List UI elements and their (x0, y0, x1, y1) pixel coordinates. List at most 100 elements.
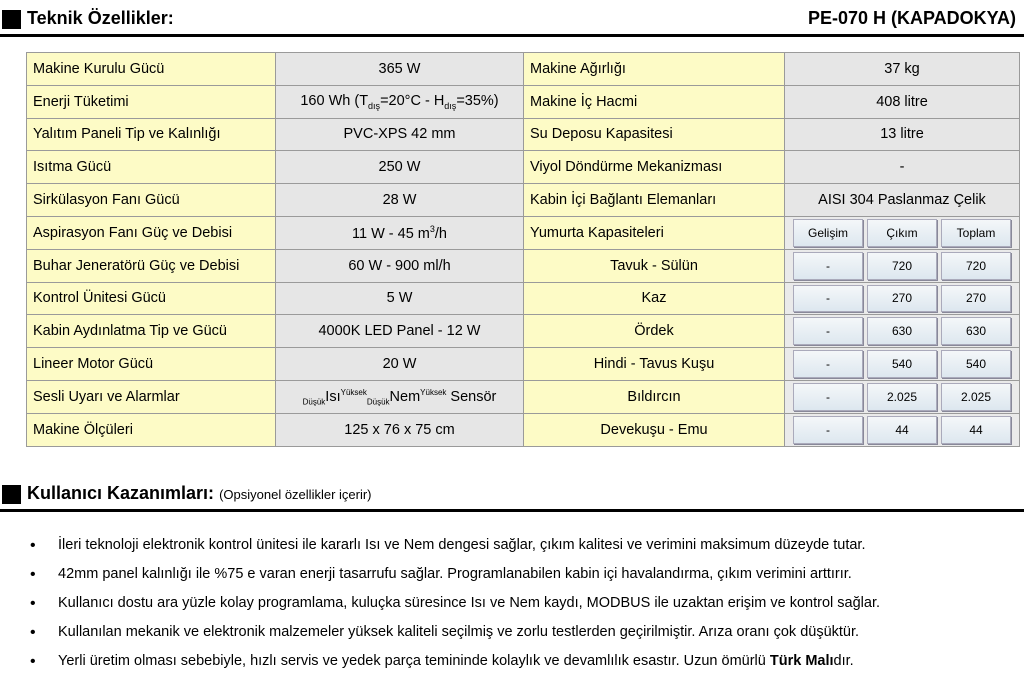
spec-value: PVC-XPS 42 mm (275, 117, 524, 152)
value-text: =20°C - H (380, 92, 445, 109)
list-item-text: Yerli üretim olması sebebiyle, hızlı ser… (58, 653, 770, 669)
spec-label: Makine Ölçüleri (26, 412, 276, 447)
benefits-subtitle: (Opsiyonel özellikler içerir) (219, 487, 372, 502)
list-item-end: dır. (833, 653, 854, 669)
capacity-values: - 270 270 (784, 281, 1020, 316)
capacity-cell: 540 (867, 350, 937, 378)
capacity-values: - 2.025 2.025 (784, 379, 1020, 414)
spec-label: Kabin Aydınlatma Tip ve Gücü (26, 314, 276, 349)
spec-value: 60 W - 900 ml/h (275, 248, 524, 283)
bird-name: Hindi - Tavus Kuşu (523, 347, 785, 381)
list-item: Yerli üretim olması sebebiyle, hızlı ser… (0, 647, 1024, 676)
capacity-label: Yumurta Kapasiteleri (523, 215, 785, 250)
capacity-cell: 720 (867, 251, 937, 280)
spec-label: Makine Kurulu Gücü (26, 52, 276, 86)
capacity-cell: - (793, 415, 863, 444)
bird-name: Tavuk - Sülün (523, 248, 785, 283)
spec-label: Yalıtım Paneli Tip ve Kalınlığı (26, 117, 276, 152)
spec-label: Sirkülasyon Fanı Gücü (26, 183, 276, 217)
spec-value: 13 litre (784, 117, 1020, 152)
value-sub: dış (444, 100, 457, 111)
capacity-cell: 2.025 (867, 382, 937, 411)
value-sub: Düşük (366, 397, 390, 407)
list-item: 42mm panel kalınlığı ile %75 e varan ene… (0, 560, 1024, 589)
spec-label: Kabin İçi Bağlantı Elemanları (523, 183, 785, 217)
specs-rule (0, 34, 1024, 37)
capacity-cell: 2.025 (941, 382, 1011, 411)
table-row: Makine Kurulu Gücü 365 W Makine Ağırlığı… (26, 52, 1020, 86)
model-name: PE-070 H (KAPADOKYA) (807, 8, 1016, 28)
spec-value: 160 Wh (Tdış=20°C - Hdış=35%) (275, 84, 524, 119)
capacity-values: - 630 630 (784, 314, 1020, 349)
list-item: İleri teknoloji elektronik kontrol ünite… (0, 531, 1024, 560)
table-row: Sirkülasyon Fanı Gücü 28 W Kabin İçi Bağ… (26, 183, 1020, 217)
value-text: /h (434, 225, 447, 242)
spec-label: Viyol Döndürme Mekanizması (523, 150, 785, 185)
spec-label: Makine İç Hacmi (523, 84, 785, 119)
specs-title: Teknik Özellikler: (27, 8, 174, 28)
value-text: Nem (389, 388, 421, 405)
spec-value: AISI 304 Paslanmaz Çelik (784, 183, 1020, 217)
benefits-title-text: Kullanıcı Kazanımları: (27, 483, 215, 503)
spec-value: 5 W (275, 281, 524, 316)
benefits-title: Kullanıcı Kazanımları: (Opsiyonel özelli… (27, 483, 372, 504)
spec-label: Buhar Jeneratörü Güç ve Debisi (26, 248, 276, 283)
spec-value: 11 W - 45 m3/h (275, 215, 524, 250)
capacity-cell: 44 (867, 415, 937, 444)
list-item: Kullanılan mekanik ve elektronik malzeme… (0, 618, 1024, 647)
bird-name: Ördek (523, 314, 785, 349)
value-text: Isı (325, 388, 341, 405)
value-text: =35%) (456, 92, 499, 109)
spec-value: 125 x 76 x 75 cm (275, 412, 524, 447)
spec-label: Isıtma Gücü (26, 150, 276, 185)
capacity-cell: 540 (941, 350, 1011, 378)
section-square-icon (2, 10, 21, 29)
table-row: Enerji Tüketimi 160 Wh (Tdış=20°C - Hdış… (26, 84, 1020, 119)
spec-value: 4000K LED Panel - 12 W (275, 314, 524, 349)
capacity-cell: 630 (941, 317, 1011, 346)
list-item: Kullanıcı dostu ara yüzle kolay programl… (0, 589, 1024, 618)
benefits-header: Kullanıcı Kazanımları: (Opsiyonel özelli… (0, 483, 1024, 511)
spec-table: Makine Kurulu Gücü 365 W Makine Ağırlığı… (26, 52, 1020, 447)
capacity-cell: - (793, 317, 863, 346)
spec-value: 408 litre (784, 84, 1020, 119)
bird-name: Kaz (523, 281, 785, 316)
value-sub: Düşük (302, 397, 326, 407)
table-row: Kontrol Ünitesi Gücü 5 W Kaz - 270 270 (26, 281, 1020, 316)
capacity-cell: 720 (941, 251, 1011, 280)
capacity-values: - 720 720 (784, 248, 1020, 283)
col-header-gelisim: Gelişim (793, 218, 863, 247)
spec-label: Aspirasyon Fanı Güç ve Debisi (26, 215, 276, 250)
spec-label: Su Deposu Kapasitesi (523, 117, 785, 152)
table-row: Kabin Aydınlatma Tip ve Gücü 4000K LED P… (26, 314, 1020, 349)
col-header-toplam: Toplam (941, 218, 1011, 247)
col-header-cikim: Çıkım (867, 218, 937, 247)
capacity-values: - 44 44 (784, 412, 1020, 447)
table-row: Makine Ölçüleri 125 x 76 x 75 cm Devekuş… (26, 412, 1020, 447)
capacity-cell: - (793, 382, 863, 411)
capacity-cell: - (793, 284, 863, 313)
benefits-list: İleri teknoloji elektronik kontrol ünite… (0, 531, 1024, 676)
bird-name: Bıldırcın (523, 379, 785, 414)
table-row: Buhar Jeneratörü Güç ve Debisi 60 W - 90… (26, 248, 1020, 283)
bird-name: Devekuşu - Emu (523, 412, 785, 447)
table-row: Isıtma Gücü 250 W Viyol Döndürme Mekaniz… (26, 150, 1020, 185)
capacity-header: Gelişim Çıkım Toplam (784, 215, 1020, 250)
spec-value: 365 W (275, 52, 524, 86)
capacity-cell: - (793, 251, 863, 280)
table-row: Aspirasyon Fanı Güç ve Debisi 11 W - 45 … (26, 215, 1020, 250)
spec-label: Makine Ağırlığı (523, 52, 785, 86)
capacity-cell: 270 (941, 284, 1011, 313)
spec-label: Lineer Motor Gücü (26, 347, 276, 381)
value-sub: dış (368, 100, 381, 111)
benefits-rule (0, 509, 1024, 512)
value-sup: Yüksek (420, 387, 447, 397)
value-text: 11 W - 45 m (352, 225, 430, 242)
table-row: Sesli Uyarı ve Alarmlar DüşükIsıYüksekDü… (26, 379, 1020, 414)
spec-label: Enerji Tüketimi (26, 84, 276, 119)
table-row: Lineer Motor Gücü 20 W Hindi - Tavus Kuş… (26, 347, 1020, 381)
spec-label: Kontrol Ünitesi Gücü (26, 281, 276, 316)
capacity-values: - 540 540 (784, 347, 1020, 381)
spec-value: 28 W (275, 183, 524, 217)
spec-value: 20 W (275, 347, 524, 381)
